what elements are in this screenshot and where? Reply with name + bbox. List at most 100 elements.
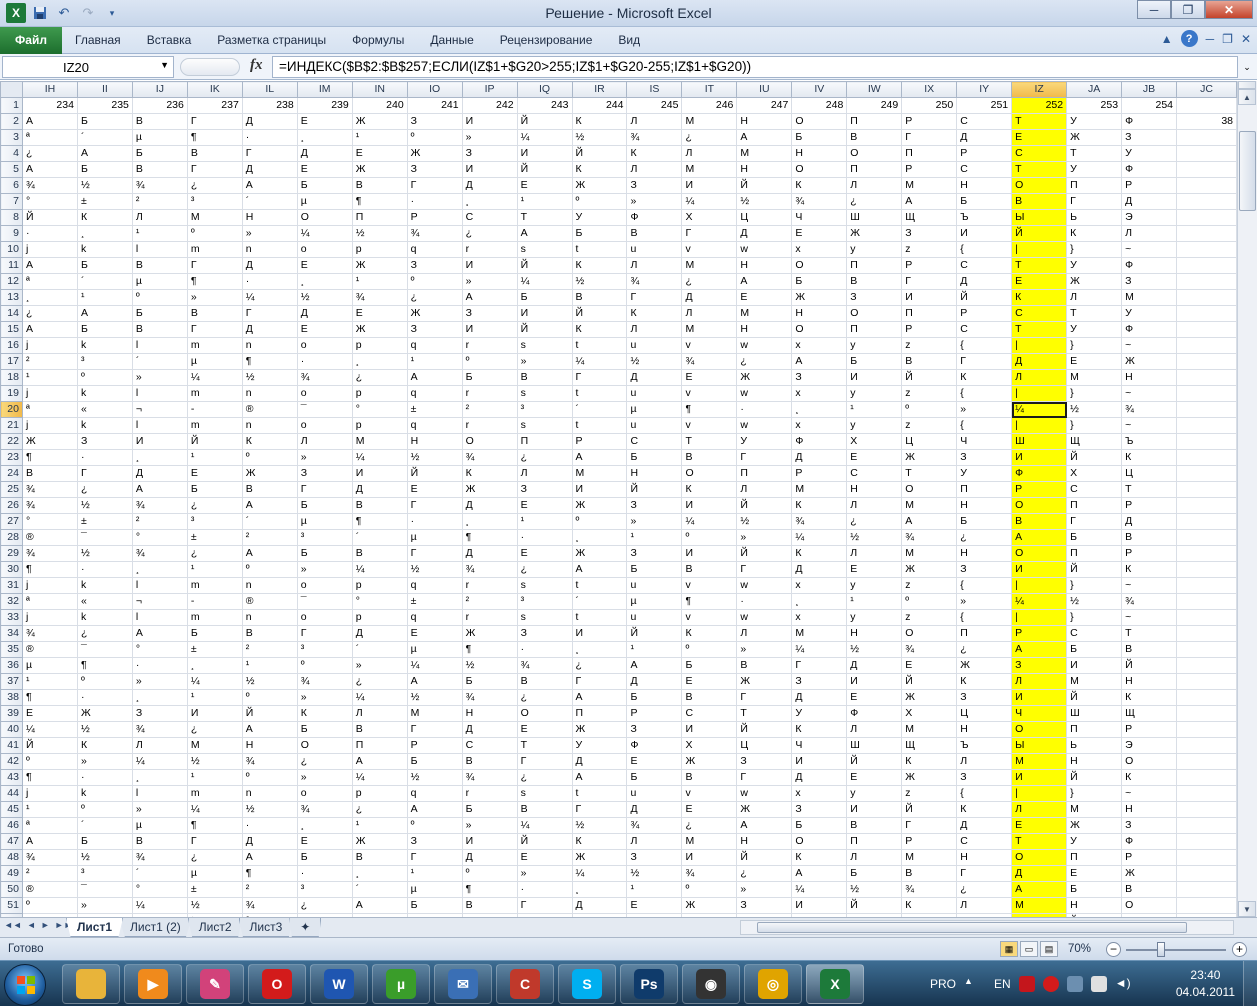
cell[interactable]: n bbox=[241, 385, 298, 402]
cell[interactable]: З bbox=[626, 721, 683, 738]
cell[interactable]: Р bbox=[901, 257, 958, 274]
cell[interactable]: ´ bbox=[571, 401, 628, 418]
taskbar-chrome[interactable]: ◎ bbox=[744, 964, 802, 1004]
cell[interactable]: y bbox=[846, 385, 903, 402]
row-header[interactable]: 24 bbox=[0, 465, 23, 482]
cell[interactable]: В bbox=[516, 801, 573, 818]
zoom-level[interactable]: 70% bbox=[1068, 943, 1091, 955]
cell[interactable]: ¹ bbox=[351, 129, 408, 146]
cell[interactable]: | bbox=[1011, 337, 1068, 354]
cell[interactable]: К bbox=[626, 305, 683, 322]
cell[interactable]: В bbox=[21, 465, 78, 482]
cell[interactable]: О bbox=[791, 113, 848, 130]
cell[interactable] bbox=[1176, 449, 1237, 466]
cell[interactable]: Р bbox=[956, 145, 1013, 162]
cell[interactable]: µ bbox=[406, 529, 463, 546]
cell[interactable]: « bbox=[76, 593, 133, 610]
cell[interactable]: µ bbox=[406, 881, 463, 898]
cell[interactable]: Ж bbox=[901, 769, 958, 786]
cell[interactable]: А bbox=[351, 753, 408, 770]
cell[interactable]: ¿ bbox=[956, 641, 1013, 658]
cell[interactable]: ¹ bbox=[351, 817, 408, 834]
cell[interactable]: Й bbox=[571, 305, 628, 322]
cell[interactable]: Ф bbox=[626, 737, 683, 754]
cell[interactable]: Е bbox=[846, 449, 903, 466]
cell[interactable]: ¿ bbox=[296, 897, 353, 914]
cell[interactable]: l bbox=[131, 241, 188, 258]
cell[interactable]: Г bbox=[186, 321, 243, 338]
cell[interactable]: 252 bbox=[1011, 97, 1068, 114]
cell[interactable]: А bbox=[21, 161, 78, 178]
cell[interactable]: ½ bbox=[406, 769, 463, 786]
cell[interactable]: ° bbox=[131, 881, 188, 898]
cell[interactable]: Л bbox=[296, 433, 353, 450]
cell[interactable]: ¹ bbox=[186, 689, 243, 706]
cell[interactable]: Й bbox=[516, 833, 573, 850]
cell[interactable]: В bbox=[351, 721, 408, 738]
cell[interactable]: Ж bbox=[1121, 353, 1178, 370]
row-header[interactable]: 36 bbox=[0, 657, 23, 674]
cell[interactable]: Л bbox=[1011, 801, 1068, 818]
cell[interactable]: ´ bbox=[241, 513, 298, 530]
cell[interactable]: ~ bbox=[1121, 385, 1178, 402]
cell[interactable]: ¿ bbox=[681, 273, 738, 290]
cell[interactable]: º bbox=[406, 129, 463, 146]
cell[interactable]: У bbox=[791, 705, 848, 722]
cell[interactable]: А bbox=[241, 721, 298, 738]
cell[interactable]: ° bbox=[21, 193, 78, 210]
cell[interactable]: º bbox=[21, 753, 78, 770]
cell[interactable]: Е bbox=[296, 321, 353, 338]
taskbar-utorrent[interactable]: µ bbox=[372, 964, 430, 1004]
cell[interactable]: П bbox=[901, 305, 958, 322]
cell[interactable]: К bbox=[1066, 225, 1123, 242]
cell[interactable]: ¹ bbox=[186, 561, 243, 578]
cell[interactable]: } bbox=[1066, 785, 1123, 802]
cell[interactable]: Ф bbox=[1121, 161, 1178, 178]
cell[interactable]: Е bbox=[681, 801, 738, 818]
cell[interactable]: ¾ bbox=[296, 673, 353, 690]
cell[interactable]: А bbox=[901, 193, 958, 210]
cell[interactable]: ¸ bbox=[351, 865, 408, 882]
cell[interactable]: ¹ bbox=[131, 225, 188, 242]
cell[interactable]: » bbox=[461, 817, 518, 834]
cell[interactable]: ª bbox=[21, 593, 78, 610]
cell[interactable]: | bbox=[1011, 609, 1068, 626]
cell[interactable]: П bbox=[846, 113, 903, 130]
cell[interactable]: ~ bbox=[1121, 785, 1178, 802]
cell[interactable]: ¿ bbox=[681, 817, 738, 834]
cell[interactable] bbox=[1176, 673, 1237, 690]
row-header[interactable]: 43 bbox=[0, 769, 23, 786]
cell[interactable]: ¿ bbox=[516, 449, 573, 466]
cell[interactable]: О bbox=[791, 257, 848, 274]
cell[interactable]: Г bbox=[736, 561, 793, 578]
cell[interactable]: m bbox=[186, 785, 243, 802]
cell[interactable]: Е bbox=[681, 369, 738, 386]
row-header[interactable]: 5 bbox=[0, 161, 23, 178]
cell[interactable]: З bbox=[1121, 129, 1178, 146]
row-header[interactable]: 44 bbox=[0, 785, 23, 802]
cell[interactable]: К bbox=[791, 849, 848, 866]
cell[interactable]: Б bbox=[296, 721, 353, 738]
taskbar-folder[interactable] bbox=[62, 964, 120, 1004]
cell[interactable]: Т bbox=[1011, 833, 1068, 850]
cell[interactable]: s bbox=[516, 385, 573, 402]
cell[interactable]: { bbox=[956, 609, 1013, 626]
cell[interactable]: Р bbox=[901, 321, 958, 338]
cell[interactable]: Й bbox=[21, 737, 78, 754]
cell[interactable]: ¹ bbox=[516, 193, 573, 210]
cell[interactable]: Г bbox=[1066, 513, 1123, 530]
cell[interactable]: Ч bbox=[791, 209, 848, 226]
row-header[interactable]: 27 bbox=[0, 513, 23, 530]
cell[interactable]: ¼ bbox=[681, 513, 738, 530]
cell[interactable]: Л bbox=[1011, 673, 1068, 690]
cell[interactable]: Ж bbox=[1066, 817, 1123, 834]
cell[interactable]: ¾ bbox=[681, 353, 738, 370]
cell[interactable] bbox=[1176, 289, 1237, 306]
cell[interactable]: ¸ bbox=[296, 129, 353, 146]
cell[interactable]: l bbox=[131, 385, 188, 402]
tab-file[interactable]: Файл bbox=[0, 27, 62, 54]
cell[interactable]: Ж bbox=[351, 257, 408, 274]
cell[interactable]: z bbox=[901, 337, 958, 354]
cell[interactable]: o bbox=[296, 385, 353, 402]
cell[interactable]: Г bbox=[571, 369, 628, 386]
